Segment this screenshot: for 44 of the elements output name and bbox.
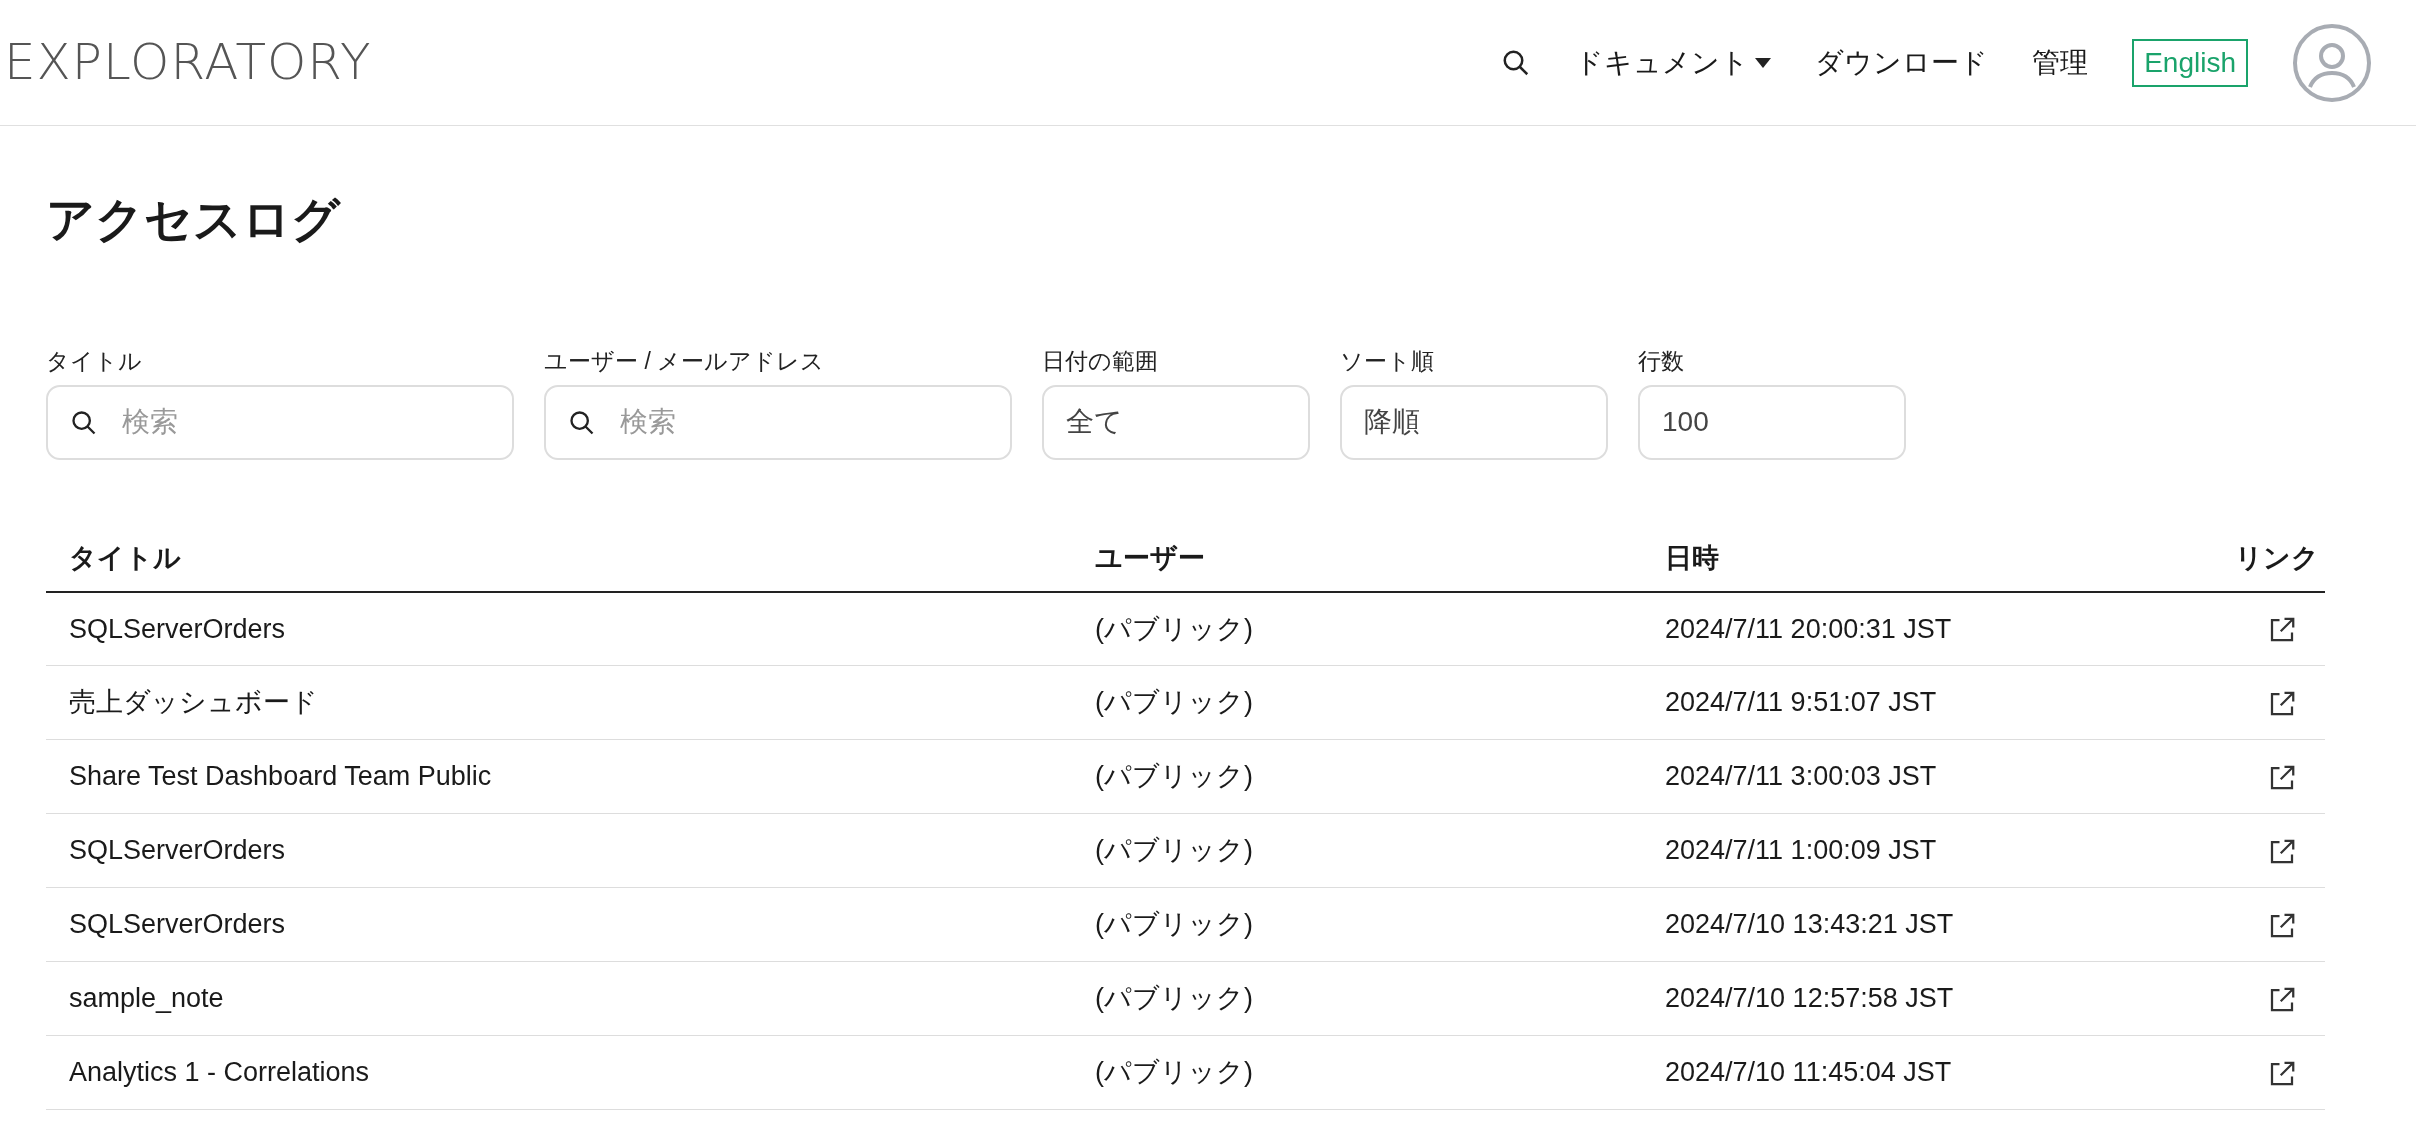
- table-cell: 売上ダッシュボード: [46, 665, 1072, 740]
- select-field[interactable]: 降順: [1340, 384, 1608, 460]
- search-icon: [568, 408, 596, 437]
- nav-link[interactable]: 管理: [2032, 41, 2089, 84]
- nav-link[interactable]: ダウンロード: [1815, 41, 1989, 84]
- table-cell: 2024/7/10 13:43:21 JST: [1642, 887, 2172, 962]
- filter-label: タイトル: [46, 347, 143, 376]
- column-header: リンク: [2171, 525, 2325, 592]
- column-header: ユーザー: [1072, 525, 1642, 592]
- table-cell: 2024/7/10 11:45:04 JST: [1642, 1035, 2172, 1110]
- caret-icon: [1755, 57, 1772, 68]
- table-cell: (パブリック): [1072, 739, 1642, 814]
- search-field[interactable]: 検索: [46, 384, 514, 460]
- table-cell: SQLServerOrders: [46, 887, 1072, 962]
- table-cell: SQLServerOrders: [46, 813, 1072, 888]
- table-cell: (パブリック): [1072, 813, 1642, 888]
- filter-label: ソート順: [1340, 347, 1435, 376]
- number-field[interactable]: 100: [1638, 384, 1906, 460]
- filter-label: 行数: [1638, 347, 1685, 376]
- table-cell: (パブリック): [1072, 1035, 1642, 1110]
- table-cell: (パブリック): [1072, 665, 1642, 740]
- table-cell: (パブリック): [1072, 961, 1642, 1036]
- table-cell: 2024/7/10 12:57:58 JST: [1642, 961, 2172, 1036]
- column-header: タイトル: [46, 525, 1072, 592]
- select-field[interactable]: 全て: [1042, 384, 1310, 460]
- table-cell: 2024/7/11 3:00:03 JST: [1642, 739, 2172, 814]
- user-icon: [2292, 22, 2372, 103]
- page-title: アクセスログ: [46, 192, 342, 248]
- documents-menu[interactable]: ドキュメント: [1575, 41, 1772, 84]
- search-field[interactable]: 検索: [544, 384, 1012, 460]
- search-icon: [70, 408, 98, 437]
- table-cell: 2024/7/11 9:51:07 JST: [1642, 665, 2172, 740]
- table-cell: Share Test Dashboard Team Public: [46, 739, 1072, 814]
- table-cell: Analytics 1 - Correlations: [46, 1035, 1072, 1110]
- table-cell: 2024/7/11 1:00:09 JST: [1642, 813, 2172, 888]
- table-cell: sample_note: [46, 961, 1072, 1036]
- table-cell: SQLServerOrders: [46, 591, 1072, 666]
- filter-label: ユーザー / メールアドレス: [544, 347, 826, 376]
- logo[interactable]: EXPLORATORY: [0, 25, 372, 100]
- filter-label: 日付の範囲: [1042, 347, 1159, 376]
- table-cell: 2024/7/11 20:00:31 JST: [1642, 591, 2172, 666]
- table-cell: (パブリック): [1072, 887, 1642, 962]
- table-cell: (パブリック): [1072, 591, 1642, 666]
- column-header: 日時: [1642, 525, 2172, 592]
